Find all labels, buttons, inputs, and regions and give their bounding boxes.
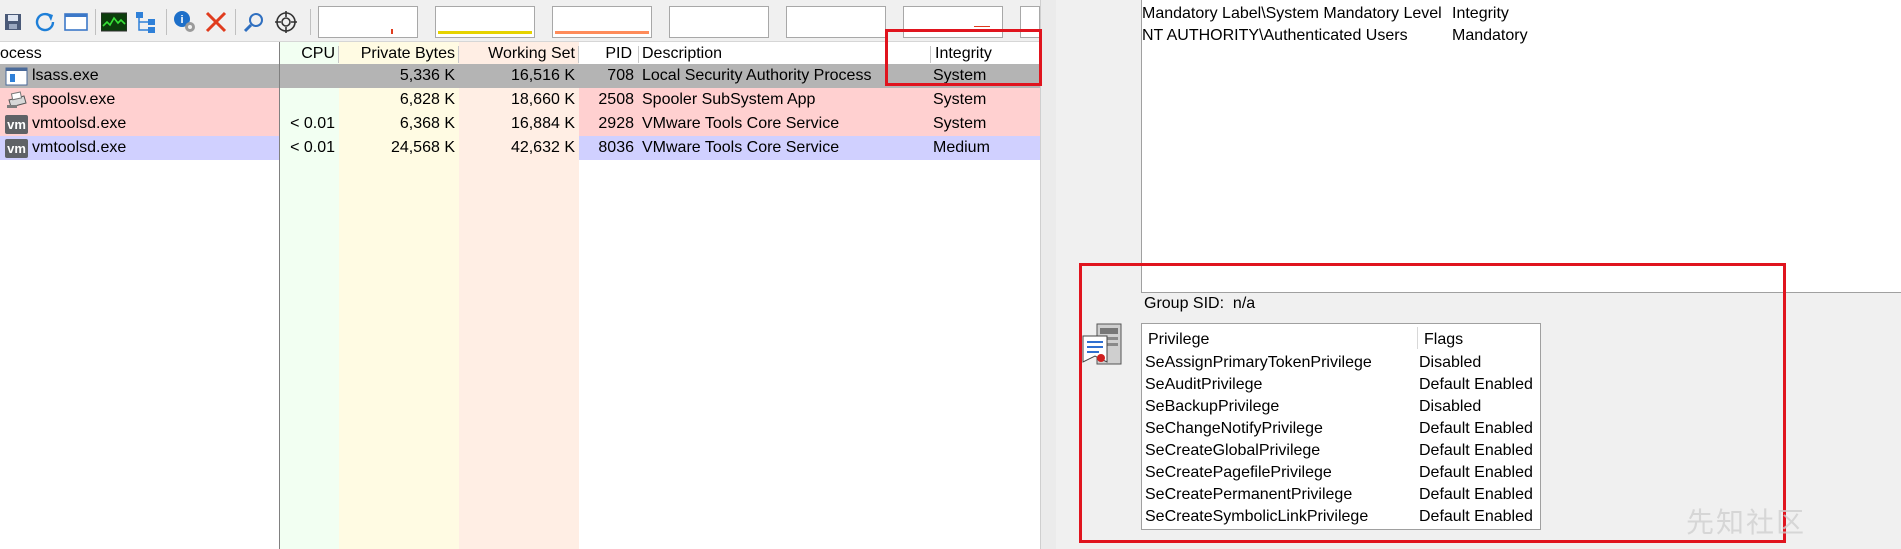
group-flags: Integrity — [1452, 5, 1509, 22]
commit-graph[interactable] — [435, 6, 535, 38]
printer-icon — [5, 91, 28, 110]
process-list-header: ocess CPU Private Bytes Working Set PID … — [0, 42, 1040, 66]
process-name: vmtoolsd.exe — [32, 115, 127, 132]
watermark: 先知社区 — [1686, 506, 1807, 539]
physical-memory-graph[interactable] — [552, 6, 652, 38]
process-name: lsass.exe — [32, 67, 99, 84]
lsass-window-icon — [5, 67, 28, 86]
process-row-vmtoolsd-system[interactable]: vm vmtoolsd.exe < 0.01 6,368 K 16,884 K … — [0, 112, 1040, 136]
process-cpu — [279, 88, 339, 112]
properties-icon[interactable]: i — [172, 9, 198, 35]
process-pid: 2928 — [598, 115, 634, 132]
process-description: VMware Tools Core Service — [642, 139, 840, 156]
process-integrity: System — [933, 115, 987, 132]
process-explorer-window: i ocess CPU Private Bytes Working Set PI… — [0, 0, 1040, 549]
process-cpu — [279, 64, 339, 88]
process-working-set: 18,660 K — [510, 91, 575, 108]
column-header-description[interactable]: Description — [642, 42, 922, 66]
process-description: Spooler SubSystem App — [642, 91, 816, 108]
process-row-spoolsv[interactable]: spoolsv.exe 6,828 K 18,660 K 2508 Spoole… — [0, 88, 1040, 112]
process-private-bytes: 6,828 K — [399, 91, 455, 108]
column-divider[interactable] — [338, 46, 339, 63]
process-pid: 8036 — [598, 139, 634, 156]
group-name[interactable]: NT AUTHORITY\Authenticated Users — [1142, 27, 1408, 45]
column-divider[interactable] — [638, 46, 639, 63]
toolbar: i — [0, 0, 1040, 42]
svg-text:i: i — [180, 14, 183, 26]
column-divider[interactable] — [458, 46, 459, 63]
column-header-cpu[interactable]: CPU — [279, 42, 339, 66]
vmware-icon: vm — [5, 115, 28, 134]
process-integrity: System — [933, 91, 987, 108]
process-private-bytes: 6,368 K — [399, 115, 455, 132]
process-working-set: 16,884 K — [510, 115, 575, 132]
process-private-bytes: 5,336 K — [399, 67, 455, 84]
column-divider[interactable] — [578, 46, 579, 63]
tree-column-divider[interactable] — [279, 42, 280, 549]
column-header-private-bytes[interactable]: Private Bytes — [339, 42, 459, 66]
integrity-column-highlight — [885, 29, 1042, 86]
toolbar-separator — [166, 9, 167, 35]
group-flags: Mandatory — [1452, 27, 1528, 44]
process-row-lsass[interactable]: lsass.exe 5,336 K 16,516 K 708 Local Sec… — [0, 64, 1040, 88]
toolbar-separator — [95, 9, 96, 35]
network-graph[interactable] — [786, 6, 886, 38]
process-pid: 708 — [607, 67, 634, 84]
kill-process-icon[interactable] — [203, 9, 229, 35]
process-private-bytes: 24,568 K — [390, 139, 455, 156]
column-header-pid[interactable]: PID — [579, 42, 636, 66]
process-working-set: 16,516 K — [510, 67, 575, 84]
cpu-graph-icon[interactable] — [101, 9, 127, 35]
column-header-working-set[interactable]: Working Set — [459, 42, 579, 66]
window-icon[interactable] — [63, 9, 89, 35]
tree-icon[interactable] — [133, 9, 159, 35]
column-header-process[interactable]: ocess — [0, 42, 270, 66]
process-description: VMware Tools Core Service — [642, 115, 840, 132]
target-icon[interactable] — [273, 9, 299, 35]
vmware-icon: vm — [5, 139, 28, 158]
process-integrity: Medium — [933, 139, 990, 156]
io-graph[interactable] — [669, 6, 769, 38]
process-name: vmtoolsd.exe — [32, 139, 127, 156]
window-border — [1040, 0, 1056, 549]
process-row-vmtoolsd-user[interactable]: vm vmtoolsd.exe < 0.01 24,568 K 42,632 K… — [0, 136, 1040, 160]
process-cpu: < 0.01 — [290, 115, 335, 132]
find-icon[interactable] — [241, 9, 267, 35]
cpu-usage-graph[interactable] — [318, 6, 418, 38]
groups-list[interactable]: Mandatory Label\System Mandatory Level I… — [1141, 0, 1901, 293]
privileges-highlight — [1079, 263, 1786, 543]
toolbar-separator — [235, 9, 236, 35]
group-name[interactable]: Mandatory Label\System Mandatory Level — [1142, 5, 1442, 23]
process-cpu: < 0.01 — [290, 139, 335, 156]
process-working-set: 42,632 K — [510, 139, 575, 156]
toolbar-separator — [310, 9, 311, 35]
refresh-icon[interactable] — [32, 9, 58, 35]
process-pid: 2508 — [598, 91, 634, 108]
save-icon[interactable] — [0, 9, 26, 35]
process-name: spoolsv.exe — [32, 91, 116, 108]
